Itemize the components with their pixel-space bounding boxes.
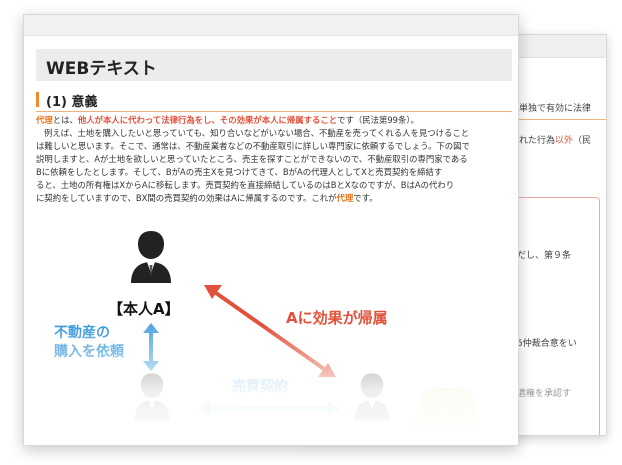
request-arrow-icon <box>143 323 159 371</box>
paragraph-line: 説明しますと、Aが土地を欲しいと思っていたところ、売主を探すことができないので、… <box>36 154 468 164</box>
body-text: 代理とは、他人が本人に代わって法律行為をし、その効果が本人に帰属することです（民… <box>36 114 512 205</box>
back-box-line: 適権を承認す <box>517 389 572 399</box>
text-span: です。 <box>353 193 378 203</box>
person-a-icon <box>131 231 171 283</box>
back-text-line: れた行為以外（民 <box>519 136 592 146</box>
contract-label: 売買契約 <box>232 379 288 395</box>
definition-highlight: 他人が本人に代わって法律行為をし、その効果が本人に帰属すること <box>77 115 338 125</box>
seller-x-icon <box>354 373 390 421</box>
page-header-strip <box>24 15 518 36</box>
section-title: (1) 意義 <box>46 95 98 110</box>
keyword-dairi: 代理 <box>336 193 354 203</box>
section-accent-bar <box>36 92 39 107</box>
front-page: WEBテキスト (1) 意義 代理とは、他人が本人に代わって法律行為をし、その効… <box>23 14 519 446</box>
title-bar: WEBテキスト <box>36 49 512 81</box>
paragraph-line: Bに依頼をしたとします。そして、BがAの売主Xを見つけてきて、BがAの代理人とし… <box>36 167 443 177</box>
contract-arrow-icon <box>198 401 340 417</box>
back-note-box: だし、第９条 5仲裁合意をい 適権を承認す <box>506 197 600 435</box>
back-box-line: 5仲裁合意をい <box>517 339 577 349</box>
request-label-line: 不動産の <box>54 325 110 341</box>
keyword-dairi: 代理 <box>36 115 53 125</box>
effect-label: Aに効果が帰属 <box>286 309 388 327</box>
paragraph-line: に契約をしていますので、BX間の売買契約の効果はAに帰属するのです。これが代理で… <box>36 192 512 205</box>
text-span: に契約をしていますので、BX間の売買契約の効果はAに帰属するのです。これが <box>36 193 337 203</box>
principal-a-label: 【本人A】 <box>108 300 180 318</box>
paragraph-line: は難しいと思います。そこで、通常は、不動産業者などの不動産取引に詳しい専門家に依… <box>36 141 470 151</box>
request-label-line: 購入を依頼 <box>54 344 124 360</box>
section-heading: (1) 意義 <box>36 91 512 112</box>
request-label: 不動産の 購入を依頼 <box>54 324 124 362</box>
land-plot-icon <box>413 388 481 426</box>
effect-arrow-icon <box>204 285 336 377</box>
back-box-line: だし、第９条 <box>517 251 572 261</box>
paragraph-line: 例えば、土地を購入したいと思っていても、知り合いなどがいない場合、不動産を売って… <box>44 128 470 138</box>
paragraph-line: ると、土地の所有権はXからAに移転します。売買契約を直接締結しているのはBとXな… <box>36 180 455 190</box>
back-text-line: 単独で有効に法律 <box>519 104 592 114</box>
text-span: です（民法第99条）。 <box>337 115 419 125</box>
page-title: WEBテキスト <box>46 59 157 79</box>
agent-b-icon <box>134 373 170 421</box>
definition-line: 代理とは、他人が本人に代わって法律行為をし、その効果が本人に帰属することです（民… <box>36 114 512 127</box>
text-span: とは、 <box>52 115 78 125</box>
